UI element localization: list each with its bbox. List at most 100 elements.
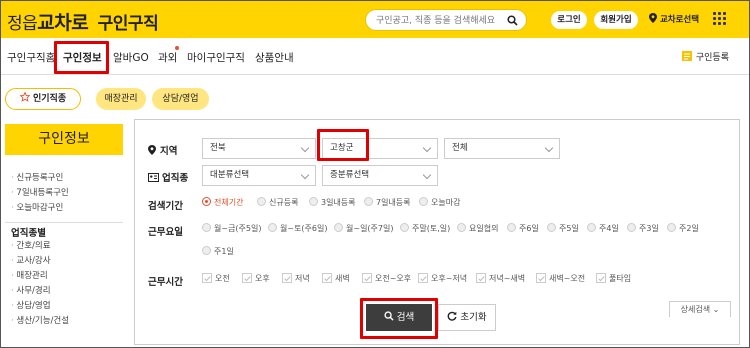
workday-option[interactable]: 월~금(주5일)	[202, 223, 261, 234]
site-logo[interactable]: 정읍교차로 구인구직	[7, 8, 159, 35]
workday-option[interactable]: 주말(토,일)	[400, 223, 450, 234]
job-label: 업직종	[162, 173, 189, 184]
worktime-option[interactable]: 저녁~새벽	[476, 272, 525, 284]
radio	[334, 223, 343, 232]
radio	[257, 197, 266, 206]
nav-item-my-jobs[interactable]: 마이구인구직	[187, 50, 245, 65]
period-option-new[interactable]: 신규등록	[257, 197, 298, 208]
tag-row: 인기직종 매장관리 상담/영업	[1, 75, 749, 119]
checkbox	[476, 272, 486, 283]
worktime-option-label: 새벽	[335, 274, 350, 283]
worktime-option-label: 오전	[215, 274, 230, 283]
radio	[419, 197, 428, 206]
sidebar-link-today-close[interactable]: 오늘마감구인	[5, 201, 123, 216]
checkbox	[536, 272, 546, 283]
sidebar-category-nursing[interactable]: 간호/의료	[5, 239, 123, 254]
workday-option-label: 월~토(주6일)	[280, 224, 328, 233]
highlight-box-nav	[54, 41, 109, 74]
workday-option-label: 주2일	[679, 224, 699, 233]
reset-button-label: 초기화	[460, 312, 487, 323]
radio	[309, 197, 318, 206]
sidebar-category-store[interactable]: 매장관리	[5, 269, 123, 284]
worktime-option[interactable]: 오전~오후	[362, 272, 411, 284]
sidebar-category-teacher[interactable]: 교사/강사	[5, 254, 123, 269]
login-button[interactable]: 로그인	[551, 11, 587, 29]
workday-option[interactable]: 월~일(주7일)	[334, 223, 393, 234]
main-nav: 구인구직홈 구인정보 알바GO 과외 마이구인구직 상품안내 구인등록	[1, 38, 749, 75]
period-option-3days[interactable]: 3일내등록	[309, 197, 356, 208]
sidebar-category-production[interactable]: 생산/기능/건설	[5, 314, 123, 329]
workday-option[interactable]: 주1일	[202, 246, 234, 257]
worktime-option-label: 풀타임	[609, 274, 632, 283]
radio	[587, 223, 596, 232]
location-pin-icon	[148, 145, 156, 155]
worktime-label: 근무시간	[148, 277, 183, 288]
radio	[400, 223, 409, 232]
workday-option[interactable]: 주6일	[507, 223, 539, 234]
workday-option[interactable]: 요일협의	[457, 223, 498, 234]
period-option-all[interactable]: 전체기간	[202, 197, 243, 208]
location-select[interactable]: 교차로선택	[649, 13, 699, 25]
workday-option-label: 요일협의	[469, 224, 499, 233]
search-icon[interactable]	[507, 15, 518, 26]
workday-option[interactable]: 월~토(주6일)	[268, 223, 327, 234]
worktime-option-label: 오후~저녁	[431, 274, 468, 283]
nav-item-products[interactable]: 상품안내	[255, 50, 294, 65]
job-register-button[interactable]: 구인등록	[681, 50, 729, 63]
worktime-option[interactable]: 새벽~오전	[536, 272, 585, 284]
sidebar-category-office[interactable]: 사무/경리	[5, 284, 123, 299]
job-minor-select[interactable]: 중분류선택	[322, 165, 438, 186]
period-option-label: 전체기간	[214, 198, 244, 207]
radio	[268, 223, 277, 232]
nav-item-tutoring[interactable]: 과외	[158, 50, 177, 65]
workday-option[interactable]: 주3일	[627, 223, 659, 234]
checkbox	[322, 272, 332, 283]
chevron-down-icon	[544, 143, 554, 153]
register-label: 구인등록	[695, 53, 729, 63]
worktime-option[interactable]: 오후~저녁	[418, 272, 468, 284]
workday-option[interactable]: 주4일	[587, 223, 619, 234]
workday-option[interactable]: 주2일	[667, 223, 699, 234]
sidebar-category-sales[interactable]: 상담/영업	[5, 299, 123, 314]
reset-button[interactable]: 초기화	[438, 304, 496, 331]
period-option-7days[interactable]: 7일내등록	[364, 197, 411, 208]
detail-search-label: 상세검색	[680, 305, 711, 314]
region-town-select[interactable]: 전체	[444, 138, 560, 159]
period-option-label: 3일내등록	[321, 198, 356, 207]
highlight-box-county	[317, 129, 369, 161]
workday-option[interactable]: 주5일	[547, 223, 579, 234]
menu-grid-icon[interactable]	[713, 12, 727, 26]
job-minor-value: 중분류선택	[330, 170, 370, 180]
popular-jobs-pill[interactable]: 인기직종	[5, 88, 81, 110]
tag-store-management[interactable]: 매장관리	[96, 88, 146, 110]
register-doc-icon	[682, 51, 692, 61]
sidebar-link-7days[interactable]: 7일내등록구인	[5, 186, 123, 201]
workday-option-label: 월~일(주7일)	[346, 224, 394, 233]
sidebar-title: 구인정보	[5, 124, 123, 155]
period-option-label: 오늘마감	[431, 198, 461, 207]
workday-option-label: 월~금(주5일)	[214, 224, 262, 233]
checkbox	[242, 272, 252, 283]
region-label: 지역	[160, 146, 178, 157]
signup-button[interactable]: 회원가입	[594, 11, 638, 29]
chevron-down-icon	[300, 143, 310, 153]
tag-sales-consulting[interactable]: 상담/영업	[152, 88, 209, 110]
worktime-option[interactable]: 오전	[202, 272, 230, 284]
worktime-option[interactable]: 새벽	[322, 272, 350, 284]
sidebar-link-new[interactable]: 신규등록구인	[5, 171, 123, 186]
radio	[507, 223, 516, 232]
worktime-option[interactable]: 풀타임	[596, 272, 632, 284]
highlight-box-search	[360, 298, 438, 339]
chevron-down-icon	[422, 170, 432, 180]
nav-item-albago[interactable]: 알바GO	[113, 50, 149, 65]
job-major-select[interactable]: 대분류선택	[202, 165, 316, 186]
nav-item-home[interactable]: 구인구직홈	[7, 50, 55, 65]
worktime-option-label: 오후	[255, 274, 270, 283]
detail-search-button[interactable]: 상세검색 ⌄	[669, 301, 731, 317]
worktime-option[interactable]: 저녁	[282, 272, 310, 284]
region-province-value: 전북	[210, 143, 226, 153]
worktime-option[interactable]: 오후	[242, 272, 270, 284]
region-province-select[interactable]: 전북	[202, 138, 316, 159]
search-input[interactable]	[376, 13, 506, 28]
period-option-today[interactable]: 오늘마감	[419, 197, 460, 208]
